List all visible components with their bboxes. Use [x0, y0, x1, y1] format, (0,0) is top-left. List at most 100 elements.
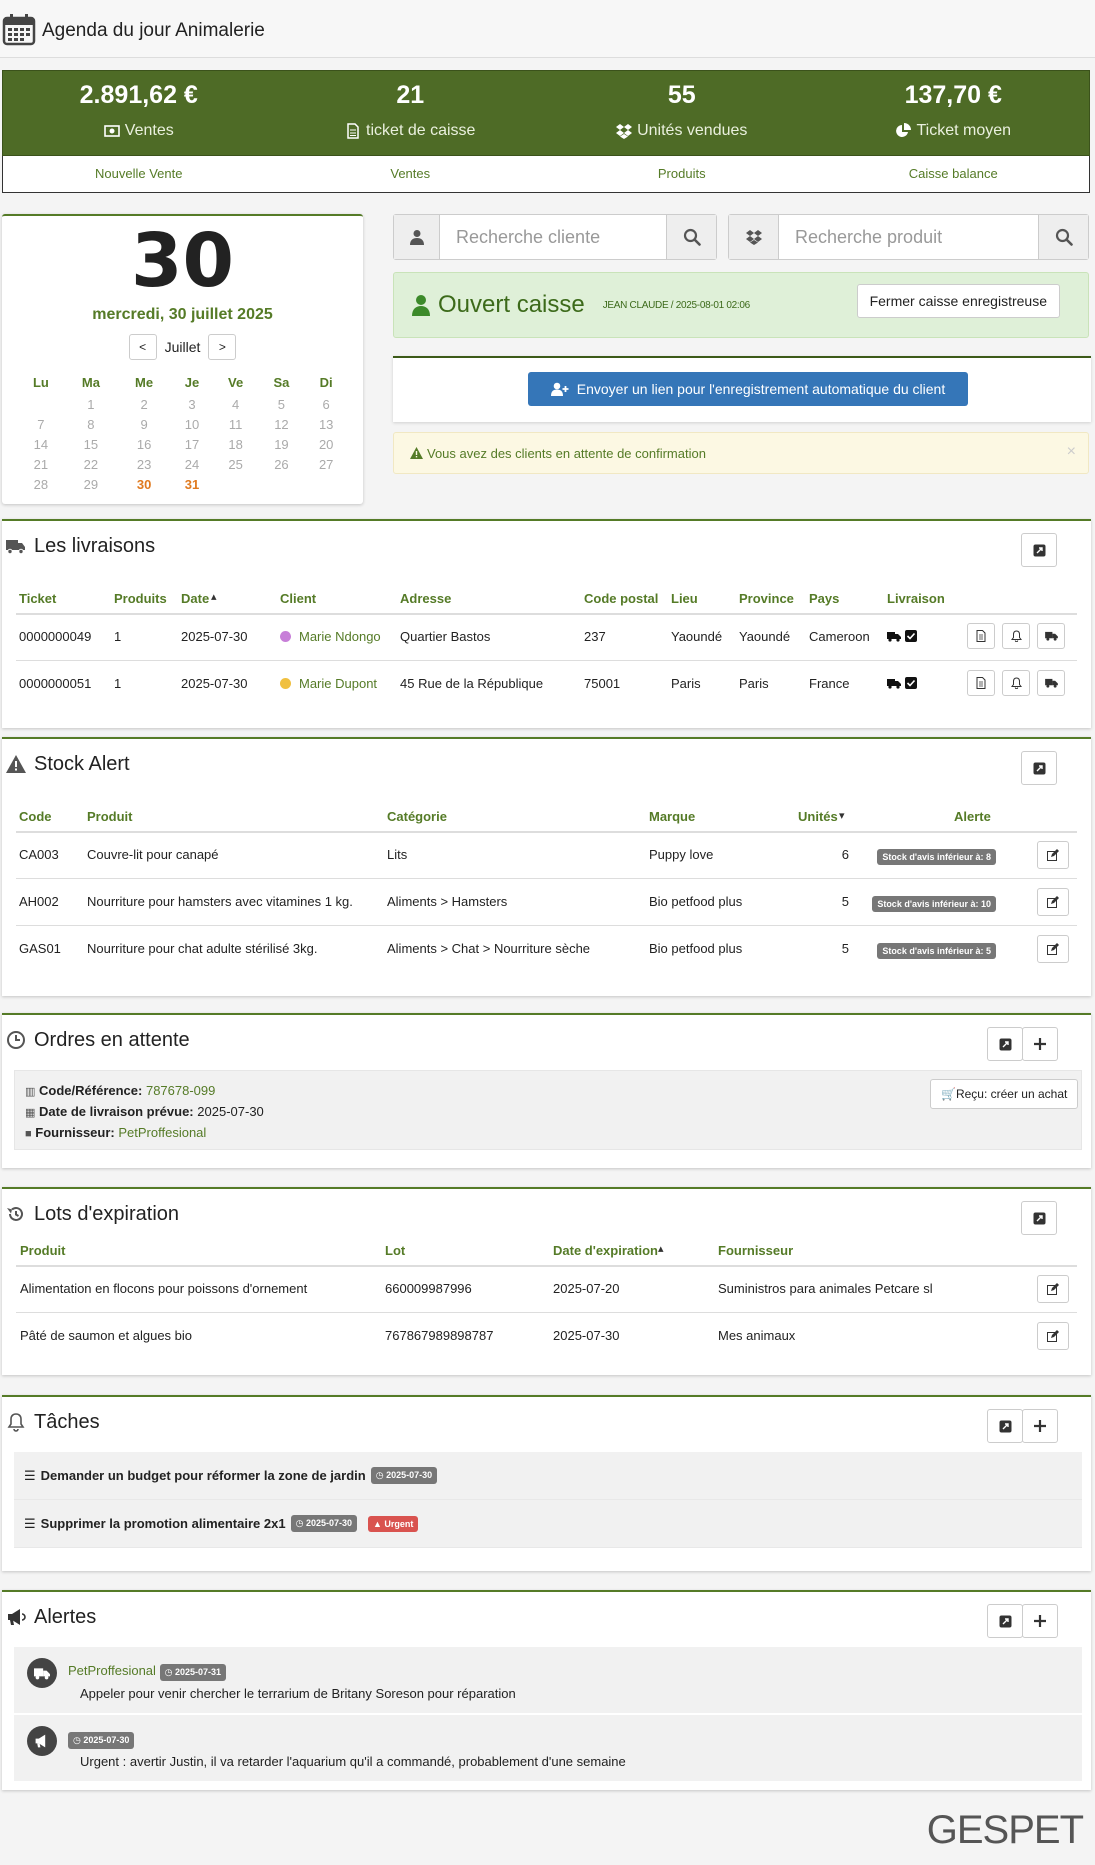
calendar-day-cell[interactable]: 18: [213, 434, 258, 454]
column-header[interactable]: Code: [19, 809, 52, 824]
column-header[interactable]: Lieu: [671, 591, 698, 606]
notify-button[interactable]: [1002, 670, 1030, 696]
calendar-day-cell[interactable]: 27: [305, 454, 348, 474]
column-header[interactable]: Code postal: [584, 591, 658, 606]
receive-order-button[interactable]: 🛒Reçu: créer un achat: [930, 1079, 1079, 1109]
calendar-day-cell[interactable]: 25: [213, 454, 258, 474]
calendar-day-cell[interactable]: 7: [18, 414, 65, 434]
export-button[interactable]: [1021, 1201, 1057, 1235]
edit-button[interactable]: [1037, 888, 1069, 916]
calendar-day-cell[interactable]: 17: [171, 434, 214, 454]
calendar-day-cell[interactable]: 23: [117, 454, 170, 474]
column-header[interactable]: Pays: [809, 591, 839, 606]
calendar-day-cell[interactable]: 4: [213, 394, 258, 414]
link-sales[interactable]: Ventes: [275, 156, 547, 192]
delivery-button[interactable]: [1037, 670, 1065, 696]
client-search-input[interactable]: Recherche cliente: [440, 215, 666, 259]
close-icon[interactable]: ×: [1067, 443, 1076, 461]
calendar-day-cell[interactable]: 16: [117, 434, 170, 454]
product-search-button[interactable]: [1038, 215, 1088, 259]
order-code-link[interactable]: 787678-099: [146, 1083, 215, 1098]
column-header[interactable]: Client: [280, 591, 316, 606]
calendar-day-cell[interactable]: 6: [305, 394, 348, 414]
add-button[interactable]: [1022, 1409, 1058, 1443]
product-search-input[interactable]: Recherche produit: [779, 215, 1038, 259]
edit-button[interactable]: [1037, 841, 1069, 869]
task-item[interactable]: ☰ Demander un budget pour réformer la zon…: [14, 1452, 1082, 1500]
link-products[interactable]: Produits: [546, 156, 818, 192]
link-new-sale[interactable]: Nouvelle Vente: [3, 156, 275, 192]
calendar-day-cell[interactable]: 9: [117, 414, 170, 434]
edit-button[interactable]: [1037, 935, 1069, 963]
calendar-day-cell[interactable]: 19: [258, 434, 305, 454]
delivery-button[interactable]: [1037, 623, 1065, 649]
stat-units[interactable]: 55 Unités vendues: [546, 71, 818, 155]
client-link[interactable]: Marie Ndongo: [280, 629, 381, 644]
column-header[interactable]: Lot: [385, 1243, 405, 1258]
send-link-button[interactable]: Envoyer un lien pour l'enregistrement au…: [528, 372, 968, 406]
alert-author-link[interactable]: PetProffesional: [68, 1663, 156, 1678]
column-header[interactable]: Province: [739, 591, 794, 606]
calendar-day-cell[interactable]: 31: [171, 474, 214, 494]
stat-sales[interactable]: 2.891,62 € Ventes: [3, 71, 275, 155]
column-header[interactable]: Fournisseur: [718, 1243, 793, 1258]
calendar-day-cell[interactable]: 13: [305, 414, 348, 434]
calendar-next-button[interactable]: >: [208, 334, 237, 360]
column-header[interactable]: Date: [181, 591, 209, 606]
calendar-day-cell[interactable]: 21: [18, 454, 65, 474]
receipt-button[interactable]: [967, 670, 995, 696]
notify-button[interactable]: [1002, 623, 1030, 649]
edit-button[interactable]: [1037, 1275, 1069, 1303]
column-header[interactable]: Produits: [114, 591, 167, 606]
calendar-prev-button[interactable]: <: [128, 334, 157, 360]
calendar-day-cell[interactable]: 30: [117, 474, 170, 494]
export-button[interactable]: [1021, 533, 1057, 567]
calendar-day-cell[interactable]: 14: [18, 434, 65, 454]
export-button[interactable]: [987, 1409, 1023, 1443]
column-header[interactable]: Marque: [649, 809, 695, 824]
column-header[interactable]: Unités: [798, 809, 838, 824]
add-button[interactable]: [1022, 1604, 1058, 1638]
export-button[interactable]: [1021, 751, 1057, 785]
drag-handle-icon[interactable]: ☰: [24, 1468, 36, 1484]
column-header[interactable]: Ticket: [19, 591, 56, 606]
calendar-day-cell[interactable]: 22: [64, 454, 117, 474]
calendar-day-cell[interactable]: 29: [64, 474, 117, 494]
stat-average[interactable]: 137,70 € Ticket moyen: [818, 71, 1090, 155]
order-supplier-link[interactable]: PetProffesional: [118, 1125, 206, 1140]
export-button[interactable]: [987, 1604, 1023, 1638]
export-button[interactable]: [987, 1027, 1023, 1061]
calendar-day-cell[interactable]: 10: [171, 414, 214, 434]
calendar-day-cell[interactable]: 3: [171, 394, 214, 414]
link-cash-balance[interactable]: Caisse balance: [818, 156, 1090, 192]
client-link[interactable]: Marie Dupont: [280, 676, 377, 691]
column-header[interactable]: Alerte: [954, 809, 991, 824]
calendar-day-cell[interactable]: 1: [64, 394, 117, 414]
column-header[interactable]: Date d'expiration: [553, 1243, 658, 1258]
task-item[interactable]: ☰ Supprimer la promotion alimentaire 2x1 ◷…: [14, 1500, 1082, 1548]
calendar-day-cell[interactable]: 5: [258, 394, 305, 414]
calendar-day-cell[interactable]: 20: [305, 434, 348, 454]
column-header[interactable]: Produit: [87, 809, 133, 824]
stat-tickets[interactable]: 21 ticket de caisse: [275, 71, 547, 155]
receipt-button[interactable]: [967, 623, 995, 649]
edit-button[interactable]: [1037, 1322, 1069, 1350]
calendar-day-cell[interactable]: 2: [117, 394, 170, 414]
close-register-button[interactable]: Fermer caisse enregistreuse: [856, 284, 1060, 318]
calendar-day-cell[interactable]: 8: [64, 414, 117, 434]
column-header[interactable]: Livraison: [887, 591, 945, 606]
add-button[interactable]: [1022, 1027, 1058, 1061]
drag-handle-icon[interactable]: ☰: [24, 1516, 36, 1532]
column-header[interactable]: Adresse: [400, 591, 451, 606]
calendar-day-cell[interactable]: 26: [258, 454, 305, 474]
calendar-day-cell[interactable]: 28: [18, 474, 65, 494]
calendar-day-cell[interactable]: 24: [171, 454, 214, 474]
alert-item[interactable]: PetProffesional ◷ 2025-07-31 Appeler pour…: [14, 1647, 1082, 1713]
column-header[interactable]: Catégorie: [387, 809, 447, 824]
column-header[interactable]: Produit: [20, 1243, 66, 1258]
alert-item[interactable]: ◷ 2025-07-30 Urgent : avertir Justin, il …: [14, 1715, 1082, 1781]
calendar-day-cell[interactable]: 15: [64, 434, 117, 454]
calendar-day-cell[interactable]: 11: [213, 414, 258, 434]
client-search-button[interactable]: [666, 215, 716, 259]
calendar-day-cell[interactable]: 12: [258, 414, 305, 434]
